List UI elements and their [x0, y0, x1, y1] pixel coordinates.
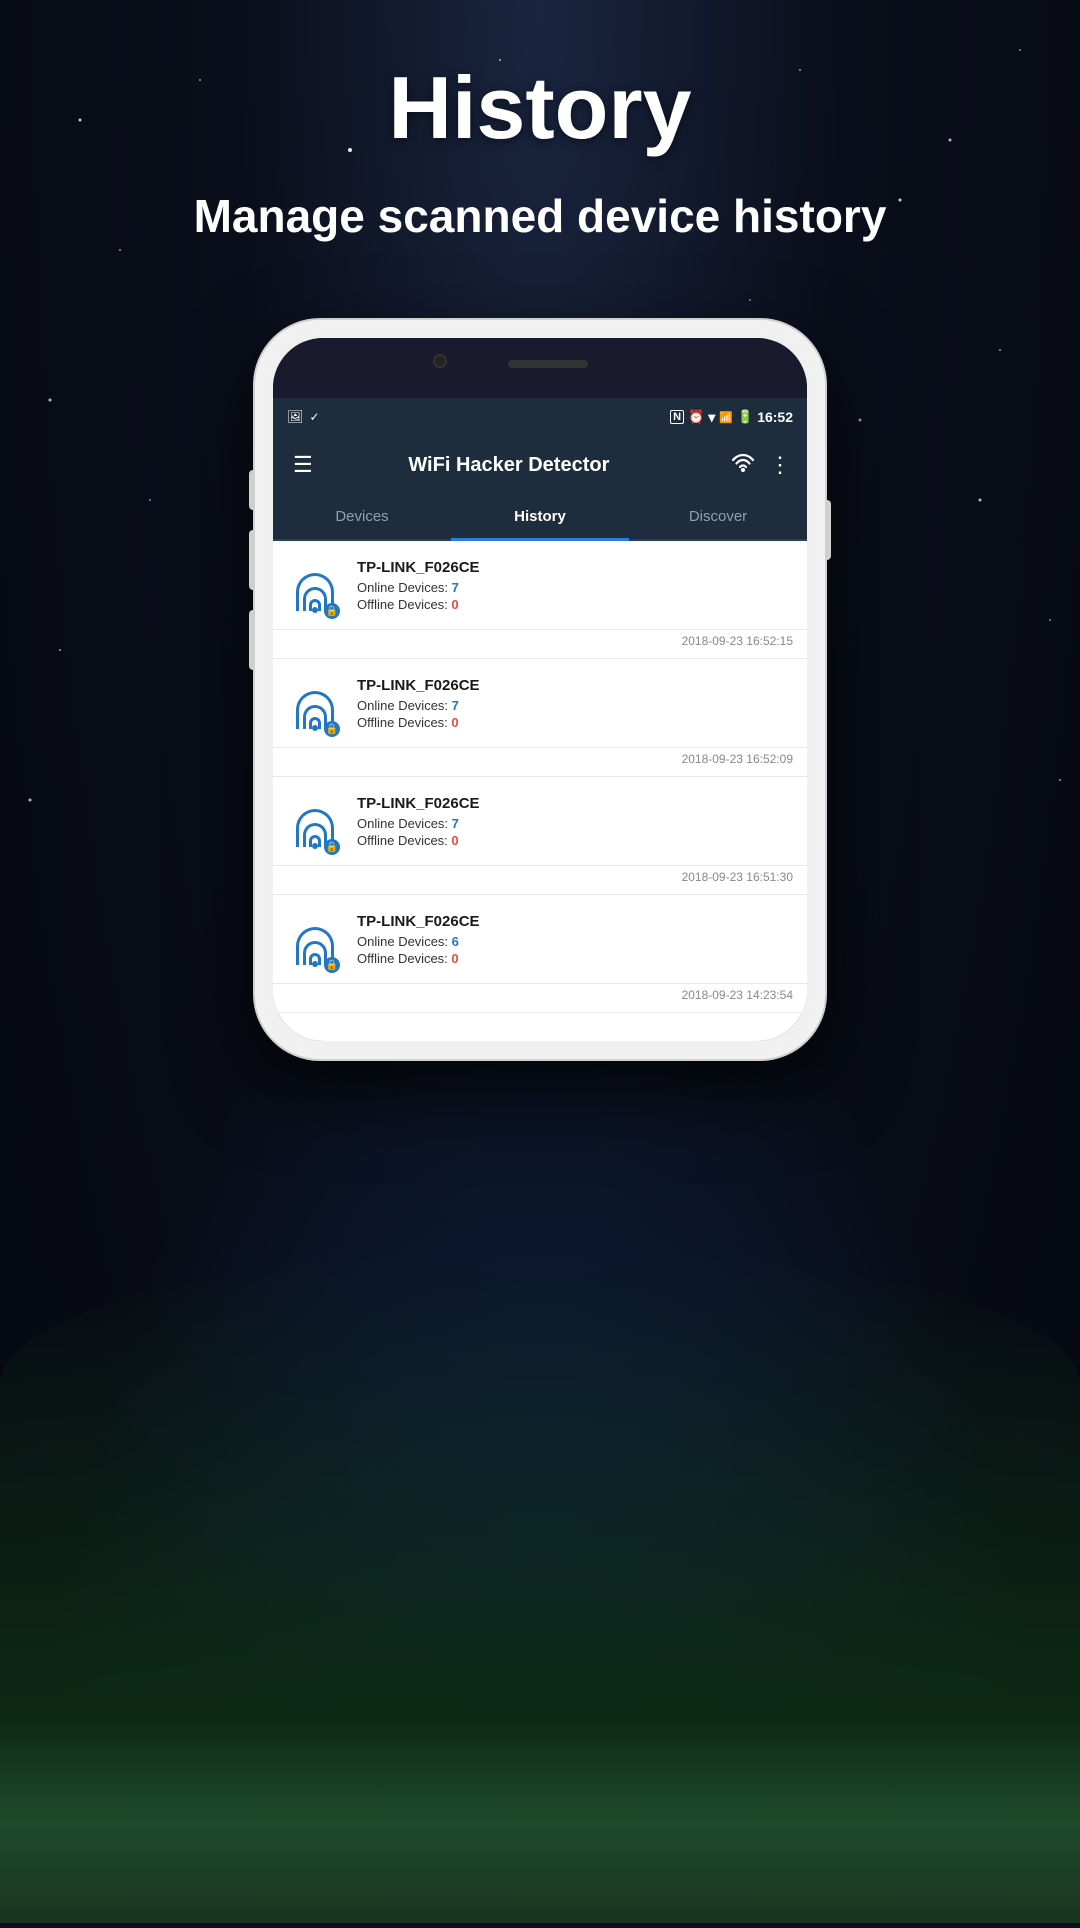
tab-discover[interactable]: Discover — [629, 494, 807, 539]
status-bar: 🖼 ✓ N ⏰ ▾ 📶 🔋 16:52 — [273, 398, 807, 436]
app-title: WiFi Hacker Detector — [299, 454, 719, 477]
wifi-icon-2: 🔒 — [287, 675, 343, 731]
history-item-2[interactable]: 🔒 TP-LINK_F026CE Online Devices: 7 Offli… — [273, 659, 807, 748]
offline-count-1: Offline Devices: 0 — [357, 597, 793, 612]
power-button — [825, 500, 831, 560]
status-right-area: N ⏰ ▾ 📶 🔋 16:52 — [670, 409, 793, 426]
more-options-button[interactable]: ⋮ — [769, 452, 791, 478]
toolbar-action-icons: ⋮ — [731, 452, 791, 478]
wifi-toolbar-icon[interactable] — [731, 452, 755, 478]
status-left-icons: 🖼 ✓ — [287, 409, 320, 425]
timestamp-1: 2018-09-23 16:52:15 — [273, 630, 807, 659]
timestamp-2: 2018-09-23 16:52:09 — [273, 748, 807, 777]
timestamp-3: 2018-09-23 16:51:30 — [273, 866, 807, 895]
network-name-3: TP-LINK_F026CE — [357, 795, 793, 812]
offline-count-2: Offline Devices: 0 — [357, 715, 793, 730]
phone-device: 🖼 ✓ N ⏰ ▾ 📶 🔋 16:52 ☰ WiFi Hacker Detect… — [255, 320, 825, 1059]
online-count-1: Online Devices: 7 — [357, 580, 793, 595]
notification-icon-2: ✓ — [310, 410, 320, 424]
page-subtitle: Manage scanned device history — [0, 187, 1080, 247]
offline-count-4: Offline Devices: 0 — [357, 951, 793, 966]
speaker — [508, 360, 588, 368]
page-header: History Manage scanned device history — [0, 0, 1080, 247]
app-toolbar: ☰ WiFi Hacker Detector ⋮ — [273, 436, 807, 494]
history-item-4[interactable]: 🔒 TP-LINK_F026CE Online Devices: 6 Offli… — [273, 895, 807, 984]
wifi-icon-1: 🔒 — [287, 557, 343, 613]
tab-bar: Devices History Discover — [273, 494, 807, 541]
nfc-icon: N — [670, 410, 684, 424]
phone-shell: 🖼 ✓ N ⏰ ▾ 📶 🔋 16:52 ☰ WiFi Hacker Detect… — [255, 320, 825, 1059]
phone-notch — [273, 338, 807, 398]
mute-button — [249, 470, 255, 510]
tab-devices[interactable]: Devices — [273, 494, 451, 539]
history-item-1[interactable]: 🔒 TP-LINK_F026CE Online Devices: 7 Offli… — [273, 541, 807, 630]
online-count-2: Online Devices: 7 — [357, 698, 793, 713]
volume-up-button — [249, 530, 255, 590]
timestamp-4: 2018-09-23 14:23:54 — [273, 984, 807, 1013]
wifi-icon-3: 🔒 — [287, 793, 343, 849]
page-title: History — [0, 60, 1080, 157]
signal-icon: 📶 — [719, 411, 733, 424]
network-name-2: TP-LINK_F026CE — [357, 677, 793, 694]
online-count-3: Online Devices: 7 — [357, 816, 793, 831]
front-camera — [433, 354, 447, 368]
earth-surface — [0, 1250, 1080, 1923]
phone-screen: 🖼 ✓ N ⏰ ▾ 📶 🔋 16:52 ☰ WiFi Hacker Detect… — [273, 338, 807, 1041]
wifi-status-icon: ▾ — [708, 409, 715, 426]
alarm-icon: ⏰ — [688, 409, 704, 425]
device-info-4: TP-LINK_F026CE Online Devices: 6 Offline… — [357, 913, 793, 966]
history-list: 🔒 TP-LINK_F026CE Online Devices: 7 Offli… — [273, 541, 807, 1041]
offline-count-3: Offline Devices: 0 — [357, 833, 793, 848]
device-info-2: TP-LINK_F026CE Online Devices: 7 Offline… — [357, 677, 793, 730]
notification-icon-1: 🖼 — [287, 409, 304, 425]
tab-history[interactable]: History — [451, 494, 629, 539]
network-name-4: TP-LINK_F026CE — [357, 913, 793, 930]
battery-icon: 🔋 — [737, 409, 753, 425]
history-item-3[interactable]: 🔒 TP-LINK_F026CE Online Devices: 7 Offli… — [273, 777, 807, 866]
device-info-3: TP-LINK_F026CE Online Devices: 7 Offline… — [357, 795, 793, 848]
wifi-icon-4: 🔒 — [287, 911, 343, 967]
volume-down-button — [249, 610, 255, 670]
network-name-1: TP-LINK_F026CE — [357, 559, 793, 576]
device-info-1: TP-LINK_F026CE Online Devices: 7 Offline… — [357, 559, 793, 612]
online-count-4: Online Devices: 6 — [357, 934, 793, 949]
time-display: 16:52 — [757, 409, 793, 425]
